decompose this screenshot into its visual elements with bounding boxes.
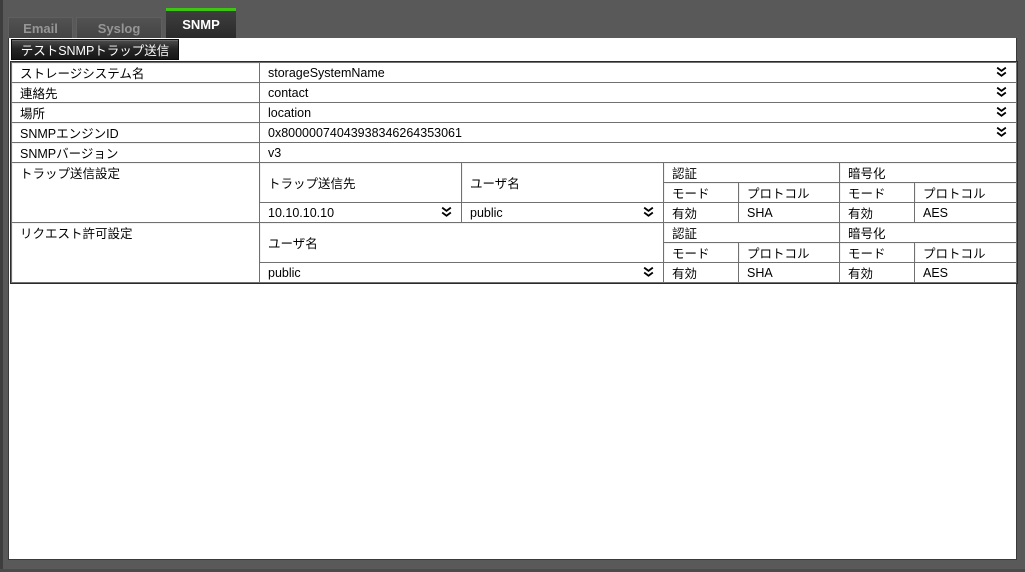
expand-chevron-icon[interactable]	[995, 86, 1008, 99]
dropdown-chevron-icon[interactable]	[642, 266, 655, 279]
trap-enc-protocol-header: プロトコル	[914, 182, 1017, 203]
contact-value: contact	[259, 82, 1017, 103]
row-label: 場所	[11, 102, 260, 123]
request-user-combobox[interactable]: public	[259, 262, 664, 283]
test-snmp-trap-button[interactable]: テストSNMPトラップ送信	[11, 39, 179, 60]
trap-user-header: ユーザ名	[461, 162, 664, 203]
dropdown-chevron-icon[interactable]	[642, 206, 655, 219]
request-auth-mode-header: モード	[663, 242, 739, 263]
expand-chevron-icon[interactable]	[995, 106, 1008, 119]
cell-text: storageSystemName	[268, 65, 385, 80]
trap-encryption-group-header: 暗号化	[839, 162, 1017, 183]
trap-enc-mode-value: 有効	[839, 202, 915, 223]
table-row: ストレージシステム名 storageSystemName	[11, 62, 1017, 83]
snmp-settings-table: ストレージシステム名 storageSystemName 連絡先 contact	[10, 61, 1018, 284]
location-value: location	[259, 102, 1017, 123]
request-enc-protocol-header: プロトコル	[914, 242, 1017, 263]
cell-text: public	[268, 265, 301, 280]
request-auth-mode-value: 有効	[663, 262, 739, 283]
expand-chevron-icon[interactable]	[995, 126, 1008, 139]
request-enc-mode-value: 有効	[839, 262, 915, 283]
tab-email[interactable]: Email	[8, 17, 73, 38]
request-enc-protocol-value: AES	[914, 262, 1017, 283]
row-label: ストレージシステム名	[11, 62, 260, 83]
request-auth-protocol-value: SHA	[738, 262, 840, 283]
trap-auth-protocol-value: SHA	[738, 202, 840, 223]
request-encryption-group-header: 暗号化	[839, 222, 1017, 243]
storage-system-name-value: storageSystemName	[259, 62, 1017, 83]
row-label: SNMPバージョン	[11, 142, 260, 163]
tab-snmp[interactable]: SNMP	[166, 8, 236, 38]
cell-text: 10.10.10.10	[268, 205, 335, 220]
table-row: SNMPエンジンID 0x80000074043938346264353061	[11, 122, 1017, 143]
trap-user-combobox[interactable]: public	[461, 202, 664, 223]
trap-enc-protocol-value: AES	[914, 202, 1017, 223]
trap-enc-mode-header: モード	[839, 182, 915, 203]
request-section-header-row: リクエスト許可設定 ユーザ名 認証 暗号化	[11, 222, 1017, 283]
request-user-header: ユーザ名	[259, 222, 664, 263]
snmp-engine-id-value: 0x80000074043938346264353061	[259, 122, 1017, 143]
row-label: SNMPエンジンID	[11, 122, 260, 143]
request-enc-mode-header: モード	[839, 242, 915, 263]
cell-text: public	[470, 205, 503, 220]
trap-auth-mode-value: 有効	[663, 202, 739, 223]
cell-text: contact	[268, 85, 309, 100]
row-label: 連絡先	[11, 82, 260, 103]
trap-destination-header: トラップ送信先	[259, 162, 462, 203]
table-row: 場所 location	[11, 102, 1017, 123]
request-auth-group-header: 認証	[663, 222, 840, 243]
window-frame-left-edge	[0, 0, 3, 572]
request-auth-protocol-header: プロトコル	[738, 242, 840, 263]
trap-auth-mode-header: モード	[663, 182, 739, 203]
request-section-label: リクエスト許可設定	[11, 222, 260, 283]
trap-section-label: トラップ送信設定	[11, 162, 260, 223]
tab-syslog[interactable]: Syslog	[76, 17, 162, 38]
table-row: 連絡先 contact	[11, 82, 1017, 103]
expand-chevron-icon[interactable]	[995, 66, 1008, 79]
cell-text: 0x80000074043938346264353061	[268, 125, 462, 140]
dropdown-chevron-icon[interactable]	[440, 206, 453, 219]
trap-section-header-row: トラップ送信設定 トラップ送信先 ユーザ名 認証 暗号化	[11, 162, 1017, 223]
table-row: SNMPバージョン v3	[11, 142, 1017, 163]
snmp-version-value: v3	[259, 142, 1017, 163]
cell-text: location	[268, 105, 312, 120]
trap-auth-protocol-header: プロトコル	[738, 182, 840, 203]
trap-destination-combobox[interactable]: 10.10.10.10	[259, 202, 462, 223]
snmp-settings-panel: テストSNMPトラップ送信 ストレージシステム名 storageSystemNa…	[8, 38, 1018, 560]
trap-auth-group-header: 認証	[663, 162, 840, 183]
